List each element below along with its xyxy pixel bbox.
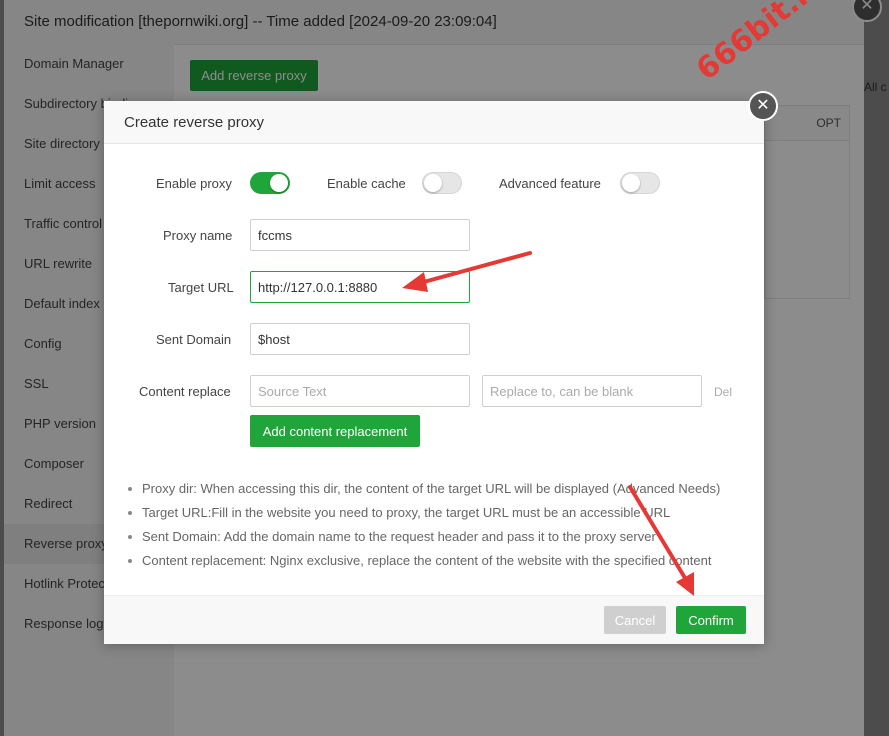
dialog-title: Create reverse proxy — [124, 114, 265, 131]
advanced-feature-toggle[interactable] — [620, 172, 660, 194]
add-content-replacement-button[interactable]: Add content replacement — [250, 415, 420, 447]
list-item: Sent Domain: Add the domain name to the … — [128, 525, 720, 549]
toggle-knob — [424, 174, 442, 192]
enable-proxy-toggle[interactable] — [250, 172, 290, 194]
create-reverse-proxy-dialog: Create reverse proxy Enable proxy Enable… — [104, 91, 778, 644]
replace-to-input[interactable] — [482, 375, 702, 407]
close-icon[interactable]: ✕ — [748, 91, 778, 121]
proxy-name-input[interactable] — [250, 219, 470, 251]
help-notes-list: Proxy dir: When accessing this dir, the … — [128, 477, 720, 573]
proxy-name-label: Proxy name — [163, 228, 233, 243]
sent-domain-input[interactable] — [250, 323, 470, 355]
dialog-footer: Cancel Confirm — [104, 595, 764, 644]
enable-cache-toggle[interactable] — [422, 172, 462, 194]
toggle-knob — [270, 174, 288, 192]
list-item: Proxy dir: When accessing this dir, the … — [128, 477, 720, 501]
advanced-feature-label: Advanced feature — [499, 176, 601, 191]
list-item: Target URL:Fill in the website you need … — [128, 501, 720, 525]
dialog-header: Create reverse proxy — [104, 101, 764, 144]
source-text-input[interactable] — [250, 375, 470, 407]
delete-replacement-link[interactable]: Del — [714, 385, 732, 399]
content-replace-label: Content replace — [139, 384, 231, 399]
target-url-label: Target URL — [168, 280, 234, 295]
confirm-button[interactable]: Confirm — [676, 606, 746, 634]
target-url-input[interactable] — [250, 271, 470, 303]
cancel-button[interactable]: Cancel — [604, 606, 666, 634]
sent-domain-label: Sent Domain — [156, 332, 232, 347]
list-item: Content replacement: Nginx exclusive, re… — [128, 549, 720, 573]
toggle-knob — [622, 174, 640, 192]
enable-cache-label: Enable cache — [327, 176, 406, 191]
enable-proxy-label: Enable proxy — [156, 176, 232, 191]
